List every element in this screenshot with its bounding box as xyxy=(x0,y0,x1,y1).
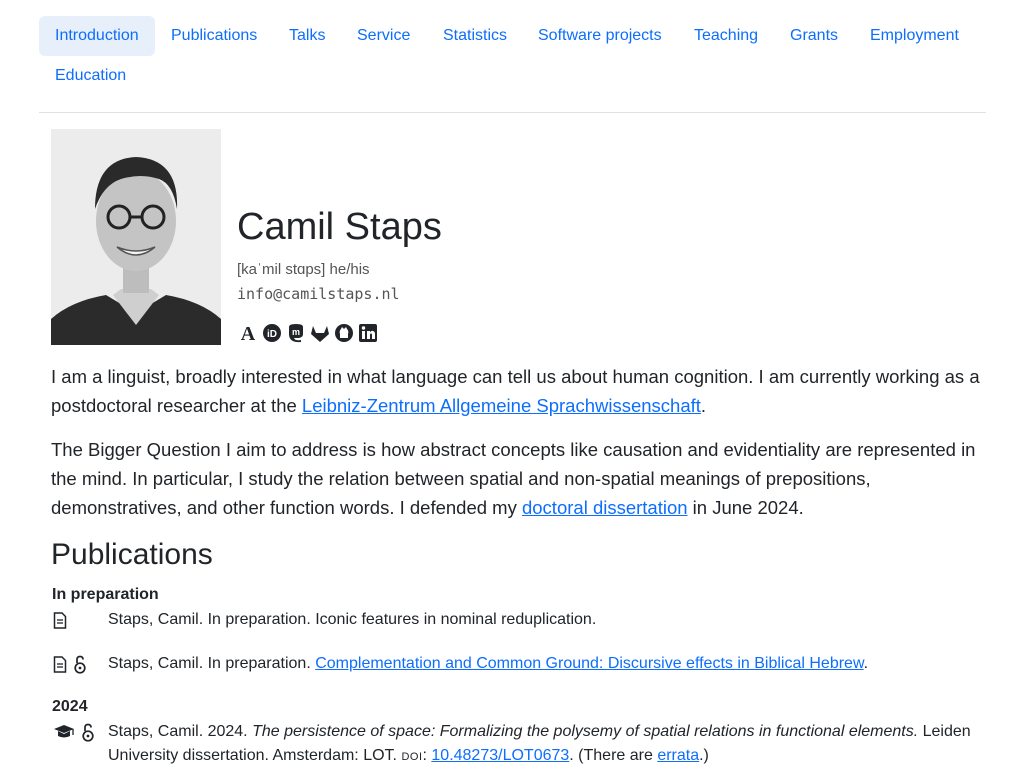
tab-software-projects[interactable]: Software projects xyxy=(522,16,678,56)
tab-education[interactable]: Education xyxy=(39,56,142,96)
graduation-cap-icon xyxy=(53,724,75,740)
complementation-link[interactable]: Complementation and Common Ground: Discu… xyxy=(315,655,863,672)
in-preparation-heading: In preparation xyxy=(52,586,159,603)
tab-service[interactable]: Service xyxy=(341,16,426,56)
pronunciation: [kaˈmil stɑps] he/his xyxy=(237,261,370,278)
pub-3-icons xyxy=(53,722,101,742)
year-2024-heading: 2024 xyxy=(52,698,88,715)
social-links: A iD m xyxy=(237,321,381,345)
doi-label: DOI xyxy=(401,751,423,763)
dissertation-title: The persistence of space: Formalizing th… xyxy=(252,723,919,740)
orcid-icon[interactable]: iD xyxy=(261,322,283,344)
open-access-icon xyxy=(73,655,87,674)
errata-link[interactable]: errata xyxy=(657,747,699,764)
tab-publications[interactable]: Publications xyxy=(155,16,273,56)
mastodon-icon[interactable]: m xyxy=(285,322,307,344)
tab-grants[interactable]: Grants xyxy=(774,16,854,56)
tab-introduction[interactable]: Introduction xyxy=(39,16,155,56)
intro-paragraph-1: I am a linguist, broadly interested in w… xyxy=(51,362,981,420)
pub-3-prefix: Staps, Camil. 2024. xyxy=(108,723,253,740)
intro-p2-text: The Bigger Question I aim to address is … xyxy=(51,439,976,518)
tab-statistics[interactable]: Statistics xyxy=(427,16,523,56)
pub-3-errata-prefix: . (There are xyxy=(569,747,658,764)
svg-text:iD: iD xyxy=(267,329,277,340)
profile-photo xyxy=(51,129,221,345)
open-access-icon xyxy=(81,723,95,742)
main-nav: Introduction Publications Talks Service … xyxy=(39,16,986,113)
pub-1-text: Staps, Camil. In preparation. Iconic fea… xyxy=(108,611,597,628)
tab-teaching[interactable]: Teaching xyxy=(678,16,774,56)
doi-link[interactable]: 10.48273/LOT0673 xyxy=(431,747,569,764)
email-address[interactable]: info@camilstaps.nl xyxy=(237,284,400,304)
publications-heading: Publications xyxy=(51,538,213,571)
linkedin-icon[interactable] xyxy=(357,322,379,344)
pub-1-icons xyxy=(53,610,73,630)
github-icon[interactable] xyxy=(333,322,355,344)
pub-2-icons xyxy=(53,654,93,674)
svg-text:A: A xyxy=(241,323,256,343)
svg-text:m: m xyxy=(292,327,300,337)
pub-2-text: Staps, Camil. In preparation. Complement… xyxy=(108,652,978,676)
pub-3-text: Staps, Camil. 2024. The persistence of s… xyxy=(108,720,978,769)
intro-p2-end: in June 2024. xyxy=(687,497,804,518)
intro-paragraph-2: The Bigger Question I aim to address is … xyxy=(51,435,981,522)
dissertation-link[interactable]: doctoral dissertation xyxy=(522,497,688,518)
pub-2-prefix: Staps, Camil. In preparation. xyxy=(108,655,316,672)
pub-2-suffix: . xyxy=(863,655,869,672)
gitlab-icon[interactable] xyxy=(309,322,331,344)
profile-name: Camil Staps xyxy=(237,206,442,248)
tab-employment[interactable]: Employment xyxy=(854,16,975,56)
zas-link[interactable]: Leibniz-Zentrum Allgemeine Sprachwissens… xyxy=(302,395,701,416)
document-icon xyxy=(53,655,67,673)
academia-icon[interactable]: A xyxy=(237,322,259,344)
tab-talks[interactable]: Talks xyxy=(273,16,341,56)
document-icon xyxy=(53,611,67,629)
pub-3-end: .) xyxy=(699,747,709,764)
intro-p1-end: . xyxy=(700,395,707,416)
